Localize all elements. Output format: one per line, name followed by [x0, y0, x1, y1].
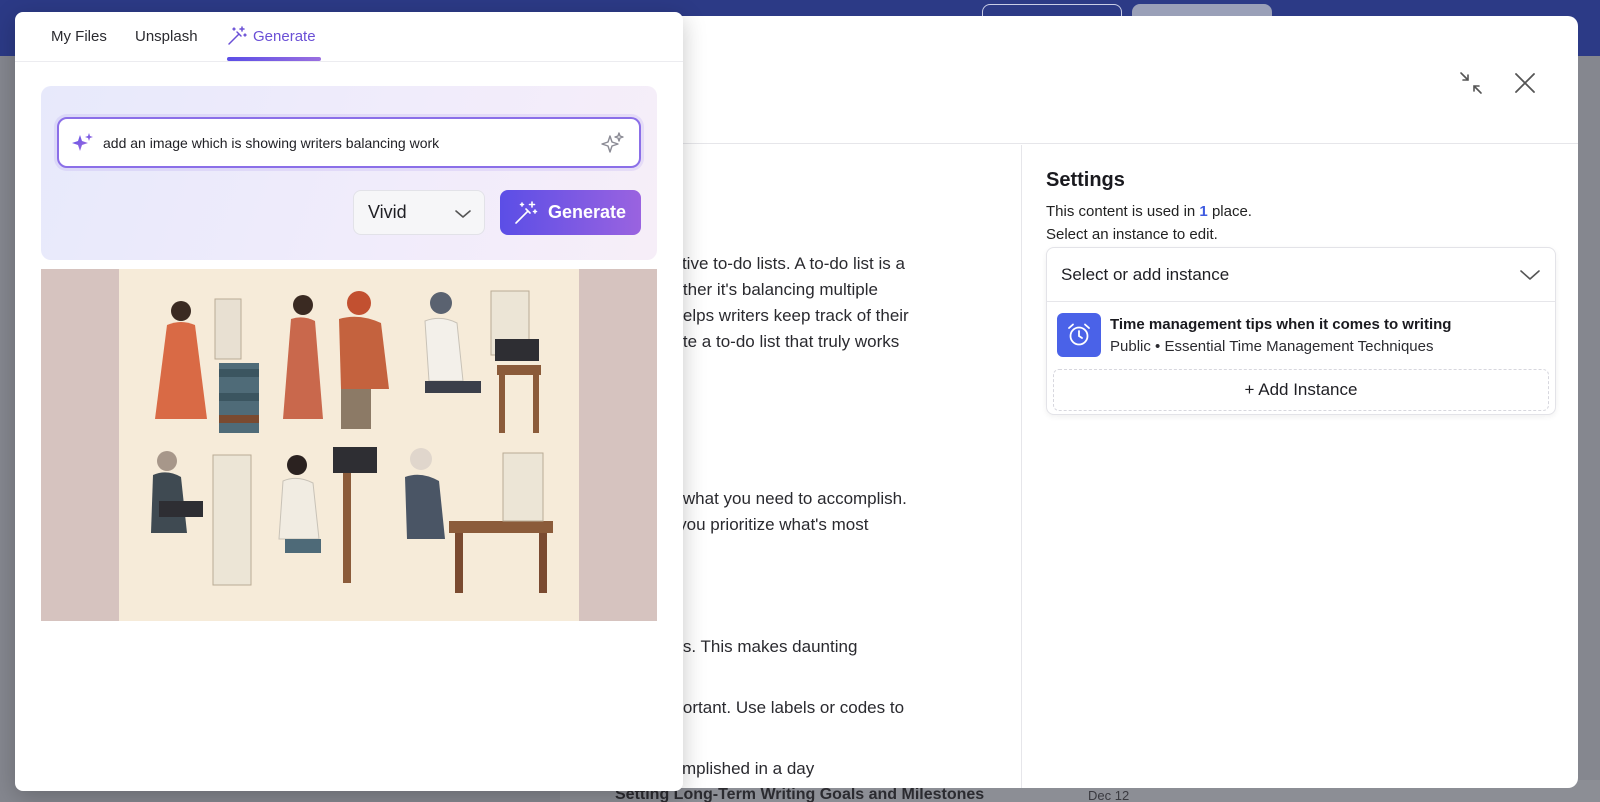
settings-title: Settings [1046, 169, 1125, 191]
tab-generate-label: Generate [253, 27, 316, 45]
content-line: ective to-do lists. A to-do list is a [664, 254, 905, 273]
usage-prefix: This content is used in [1046, 203, 1196, 220]
close-icon [1515, 73, 1535, 93]
usage-suffix: place. [1211, 203, 1252, 220]
picker-tabs: My Files Unsplash Generate [15, 12, 683, 62]
active-tab-indicator [227, 57, 321, 61]
content-line: g you prioritize what's most [664, 515, 869, 534]
image-picker-popup: My Files Unsplash Generate add an image … [15, 12, 683, 791]
sparkle-icon [72, 133, 93, 151]
magic-wand-icon [515, 200, 538, 224]
collapse-icon [1460, 72, 1482, 94]
generate-panel: Vivid Generate [41, 86, 657, 260]
content-line: of what you need to accomplish. [664, 489, 907, 508]
chevron-down-icon [455, 210, 471, 218]
content-line: nportant. Use labels or codes to [664, 698, 905, 717]
generate-button[interactable]: Generate [500, 190, 641, 235]
prompt-input[interactable] [103, 119, 573, 166]
prompt-box [57, 117, 641, 168]
generated-image[interactable] [41, 269, 657, 621]
content-line: t helps writers keep track of their [664, 306, 909, 325]
background-list-date: Dec 12 [1088, 788, 1130, 802]
collapse-button[interactable] [1454, 66, 1488, 100]
content-line: hether it's balancing multiple [664, 280, 878, 299]
style-select[interactable]: Vivid [353, 190, 485, 235]
alarm-clock-icon [1057, 313, 1101, 357]
chevron-down-icon [1520, 270, 1540, 280]
instance-select-label: Select or add instance [1061, 264, 1230, 284]
tab-generate[interactable]: Generate [227, 26, 316, 46]
magic-wand-icon [228, 26, 247, 45]
instance-instruction: Select an instance to edit. [1046, 226, 1218, 243]
tab-my-files[interactable]: My Files [51, 28, 107, 45]
ai-enhance-icon[interactable] [599, 130, 625, 156]
close-modal-button[interactable] [1508, 66, 1542, 100]
generate-button-label: Generate [548, 202, 627, 222]
generated-image-illustration [119, 269, 579, 621]
instance-title: Time management tips when it comes to wr… [1110, 316, 1452, 333]
content-line: eps. This makes daunting [664, 637, 858, 656]
content-line: complished in a day [664, 759, 815, 778]
instance-card: Select or add instance Time management t… [1046, 247, 1556, 415]
instance-subtitle: Public • Essential Time Management Techn… [1110, 338, 1434, 355]
instance-item[interactable]: Time management tips when it comes to wr… [1057, 313, 1547, 359]
tab-unsplash[interactable]: Unsplash [135, 28, 198, 45]
instance-select[interactable]: Select or add instance [1047, 248, 1555, 302]
usage-count: 1 [1199, 203, 1208, 220]
usage-text: This content is used in 1 place. [1046, 203, 1252, 220]
content-line: eate a to-do list that truly works [664, 332, 900, 351]
add-instance-button[interactable]: + Add Instance [1053, 369, 1549, 411]
style-select-value: Vivid [368, 202, 407, 222]
